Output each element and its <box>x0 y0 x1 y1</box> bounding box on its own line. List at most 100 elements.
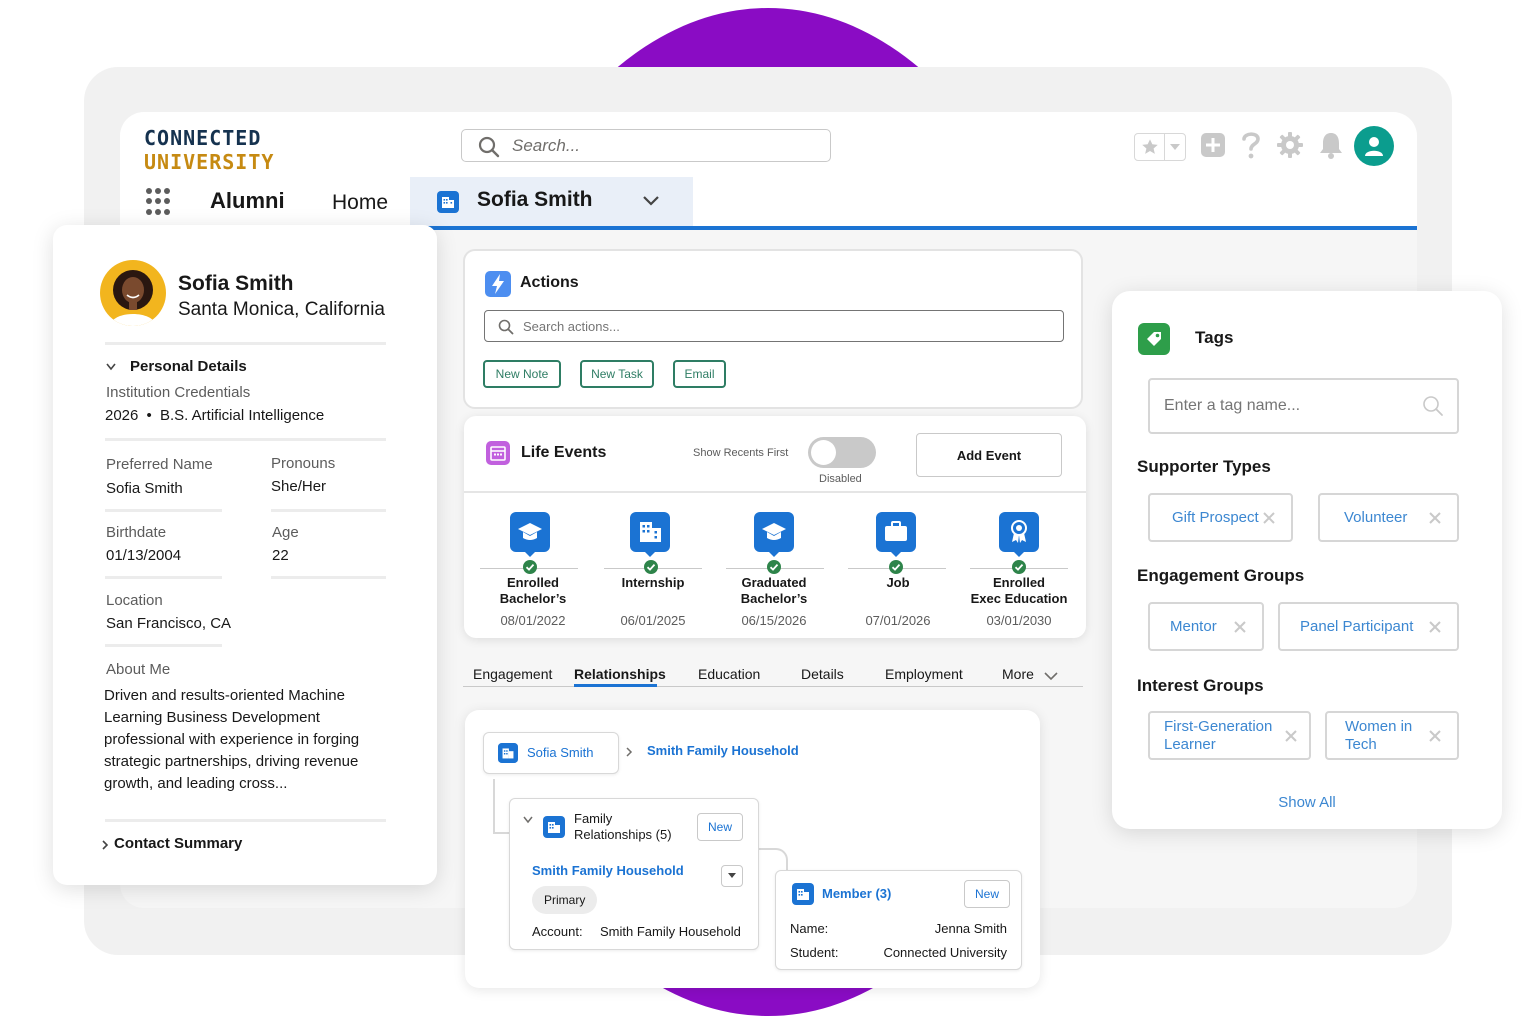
help-icon[interactable] <box>1240 130 1262 165</box>
tag-pill-mentor[interactable]: Mentor <box>1148 602 1264 651</box>
search-icon <box>478 136 500 163</box>
new-note-button[interactable]: New Note <box>483 360 561 388</box>
life-event-2[interactable] <box>630 512 670 557</box>
user-avatar[interactable] <box>1354 126 1394 166</box>
tab-relationships[interactable]: Relationships <box>574 666 666 682</box>
new-task-button[interactable]: New Task <box>580 360 654 388</box>
nav-record-tab-label: Sofia Smith <box>477 188 593 211</box>
chevron-down-icon[interactable] <box>1043 668 1059 686</box>
chevron-right-icon <box>625 745 633 763</box>
favorites-group <box>1134 133 1186 161</box>
about-me-text: Driven and results-oriented Machine Lear… <box>104 685 384 795</box>
chevron-down-icon[interactable] <box>642 194 660 212</box>
member-new-button[interactable]: New <box>964 880 1010 908</box>
divider <box>105 576 222 579</box>
tab-strip-divider <box>463 686 1083 687</box>
nav-record-tab[interactable]: Sofia Smith <box>410 177 693 226</box>
divider <box>271 509 386 512</box>
nav-home-tab[interactable]: Home <box>332 191 388 215</box>
actions-search[interactable] <box>484 310 1064 342</box>
tab-engagement[interactable]: Engagement <box>473 666 552 682</box>
header-utility-icons <box>1134 130 1344 164</box>
profile-photo <box>100 260 166 326</box>
close-icon[interactable] <box>1427 510 1443 531</box>
tag-pill-first-generation-learner[interactable]: First-Generation Learner <box>1148 711 1311 760</box>
tab-details[interactable]: Details <box>801 666 844 682</box>
profile-location: Santa Monica, California <box>178 299 385 320</box>
row-actions-dropdown[interactable] <box>721 865 743 887</box>
life-event-date: 06/01/2025 <box>620 613 686 628</box>
show-recents-toggle[interactable] <box>808 437 876 468</box>
actions-card: Actions New Note New Task Email <box>463 249 1083 409</box>
divider <box>105 509 222 512</box>
primary-badge: Primary <box>532 886 598 914</box>
life-event-1[interactable] <box>510 512 550 557</box>
life-event-date: 03/01/2030 <box>986 613 1052 628</box>
actions-search-input[interactable] <box>523 316 1023 336</box>
life-event-date: 06/15/2026 <box>741 613 807 628</box>
close-icon[interactable] <box>1261 510 1277 531</box>
close-icon[interactable] <box>1427 619 1443 640</box>
personal-details-toggle[interactable]: Personal Details <box>130 358 247 375</box>
close-icon[interactable] <box>1427 728 1443 749</box>
about-line: professional with experience in forging <box>104 731 360 748</box>
tags-title: Tags <box>1195 328 1234 347</box>
relationship-root-link[interactable]: Sofia Smith <box>527 745 593 760</box>
tag-pill-panel-participant[interactable]: Panel Participant <box>1278 602 1459 651</box>
life-event-3[interactable] <box>754 512 794 557</box>
logo-line-2: UNIVERSITY <box>144 150 275 174</box>
tag-pill-label: Panel Participant <box>1300 618 1414 635</box>
global-search-input[interactable] <box>512 133 812 159</box>
tag-input-box[interactable] <box>1148 378 1459 434</box>
member-name-value: Jenna Smith <box>934 921 1007 936</box>
close-icon[interactable] <box>1232 619 1248 640</box>
tab-more[interactable]: More <box>1002 666 1034 682</box>
toggle-state-label: Disabled <box>819 473 862 485</box>
show-all-link[interactable]: Show All <box>1112 794 1502 811</box>
logo-line-1: CONNECTED <box>144 126 262 150</box>
engagement-groups-title: Engagement Groups <box>1137 566 1305 585</box>
about-line: strategic partnerships, driving revenue <box>104 753 359 770</box>
member-title-link[interactable]: Member (3) <box>822 886 891 901</box>
relationship-root-node[interactable]: Sofia Smith <box>483 732 619 774</box>
chevron-down-icon[interactable] <box>1165 134 1185 160</box>
tab-education[interactable]: Education <box>698 666 760 682</box>
building-icon <box>498 743 518 768</box>
family-new-button[interactable]: New <box>697 813 743 841</box>
life-event-label: Enrolled Exec Education <box>970 575 1068 606</box>
close-icon[interactable] <box>1283 728 1299 749</box>
life-events-card: Life Events Show Recents First Disabled … <box>464 416 1086 638</box>
family-relationships-node: Family Relationships (5) New Smith Famil… <box>509 798 759 950</box>
credential-degree: B.S. Artificial Intelligence <box>159 407 325 424</box>
gear-icon[interactable] <box>1276 131 1304 164</box>
life-event-4[interactable] <box>876 512 916 557</box>
actions-title: Actions <box>520 274 579 291</box>
tag-pill-volunteer[interactable]: Volunteer <box>1318 493 1459 542</box>
global-search[interactable] <box>461 129 831 162</box>
contact-summary-toggle[interactable]: Contact Summary <box>114 835 242 852</box>
tag-pill-women-in-tech[interactable]: Women in Tech <box>1325 711 1459 760</box>
star-icon[interactable] <box>1135 134 1165 160</box>
add-icon[interactable] <box>1200 132 1226 163</box>
add-event-button[interactable]: Add Event <box>916 433 1062 477</box>
divider <box>271 576 386 579</box>
show-recents-label: Show Recents First <box>693 447 789 459</box>
life-event-5[interactable] <box>999 512 1039 557</box>
pronouns-label: Pronouns <box>271 455 336 472</box>
life-event-date: 07/01/2026 <box>865 613 931 628</box>
household-breadcrumb-link[interactable]: Smith Family Household <box>647 743 799 758</box>
chevron-right-icon[interactable] <box>100 838 110 856</box>
credential-separator: • <box>146 407 152 424</box>
tag-name-input[interactable] <box>1164 394 1414 418</box>
tag-pill-gift-prospect[interactable]: Gift Prospect <box>1148 493 1293 542</box>
email-button[interactable]: Email <box>673 360 726 388</box>
account-value: Smith Family Household <box>600 924 741 939</box>
tab-employment[interactable]: Employment <box>885 666 963 682</box>
member-node: Member (3) New Name: Jenna Smith Student… <box>775 870 1022 970</box>
app-launcher-icon[interactable] <box>146 188 174 216</box>
chevron-down-icon[interactable] <box>522 812 534 830</box>
household-link[interactable]: Smith Family Household <box>532 863 684 878</box>
chevron-down-icon[interactable] <box>105 359 117 377</box>
notification-bell-icon[interactable] <box>1318 131 1344 164</box>
profile-card: Sofia Smith Santa Monica, California Per… <box>53 225 437 885</box>
